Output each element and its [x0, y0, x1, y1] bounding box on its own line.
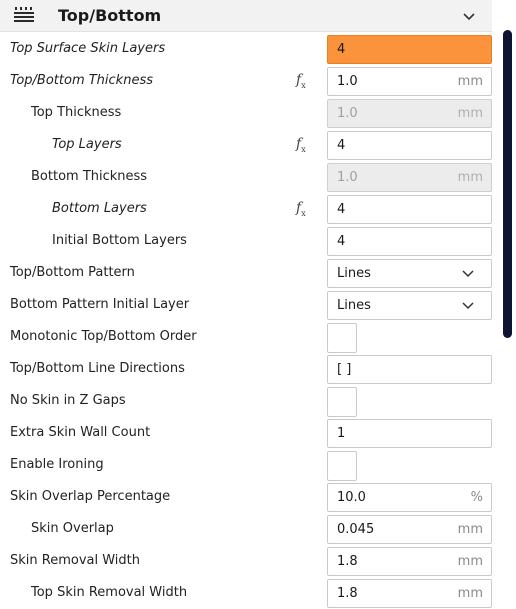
setting-skin-overlap: Skin Overlap 0.045 mm — [0, 513, 500, 545]
top-layers-input[interactable]: 4 — [327, 131, 492, 160]
setting-extra-skin-wall-count: Extra Skin Wall Count 1 — [0, 417, 500, 449]
setting-label: Skin Removal Width — [10, 553, 140, 568]
collapse-chevron-icon[interactable] — [462, 12, 476, 22]
setting-label: Extra Skin Wall Count — [10, 425, 151, 440]
setting-skin-removal-width: Skin Removal Width 1.8 mm — [0, 545, 500, 577]
field-unit: % — [470, 490, 483, 505]
field-value: 0.045 — [337, 522, 375, 537]
function-icon[interactable]: fx — [296, 72, 306, 90]
setting-label: Bottom Layers — [52, 201, 147, 216]
top-bottom-layers-icon — [14, 7, 34, 22]
setting-label: Top/Bottom Pattern — [10, 265, 135, 280]
setting-top-bottom-pattern: Top/Bottom Pattern Lines — [0, 257, 500, 289]
setting-top-bottom-thickness: Top/Bottom Thickness fx 1.0 mm — [0, 65, 500, 97]
field-value: Lines — [337, 266, 371, 281]
setting-label: Monotonic Top/Bottom Order — [10, 329, 197, 344]
setting-top-thickness: Top Thickness 1.0 mm — [0, 97, 500, 129]
setting-label: Initial Bottom Layers — [52, 233, 187, 248]
setting-no-skin-in-z-gaps: No Skin in Z Gaps — [0, 385, 500, 417]
initial-bottom-layers-input[interactable]: 4 — [327, 227, 492, 256]
field-unit: mm — [457, 522, 483, 537]
setting-label: No Skin in Z Gaps — [10, 393, 126, 408]
field-value: 1.0 — [337, 74, 358, 89]
skin-overlap-percentage-input[interactable]: 10.0 % — [327, 483, 492, 512]
top-bottom-thickness-input[interactable]: 1.0 mm — [327, 67, 492, 96]
enable-ironing-checkbox[interactable] — [327, 451, 357, 481]
setting-label: Bottom Pattern Initial Layer — [10, 297, 190, 312]
extra-skin-wall-count-input[interactable]: 1 — [327, 419, 492, 448]
field-value: 10.0 — [337, 490, 366, 505]
function-icon[interactable]: fx — [296, 136, 306, 154]
field-unit: mm — [457, 554, 483, 569]
setting-top-bottom-line-directions: Top/Bottom Line Directions [ ] — [0, 353, 500, 385]
setting-label: Top Skin Removal Width — [31, 585, 188, 600]
field-value: 4 — [337, 138, 346, 153]
skin-overlap-input[interactable]: 0.045 mm — [327, 515, 492, 544]
chevron-down-icon — [462, 270, 474, 278]
category-header[interactable]: Top/Bottom — [0, 0, 492, 32]
setting-label: Top Surface Skin Layers — [10, 41, 166, 56]
category-title: Top/Bottom — [58, 6, 162, 25]
field-value: 4 — [337, 42, 346, 57]
top-thickness-input[interactable]: 1.0 mm — [327, 99, 492, 128]
skin-removal-width-input[interactable]: 1.8 mm — [327, 547, 492, 576]
setting-label: Top/Bottom Thickness — [10, 73, 153, 88]
field-value: 1.8 — [337, 554, 358, 569]
top-skin-removal-width-input[interactable]: 1.8 mm — [327, 579, 492, 608]
field-value: Lines — [337, 298, 371, 313]
setting-label: Top Thickness — [31, 105, 122, 120]
no-skin-in-z-gaps-checkbox[interactable] — [327, 387, 357, 417]
top-bottom-line-directions-input[interactable]: [ ] — [327, 355, 492, 384]
setting-label: Bottom Thickness — [31, 169, 148, 184]
setting-top-skin-removal-width: Top Skin Removal Width 1.8 mm — [0, 577, 500, 609]
setting-top-layers: Top Layers fx 4 — [0, 129, 500, 161]
field-value: 1.8 — [337, 586, 358, 601]
field-value: 4 — [337, 234, 346, 249]
setting-top-surface-skin-layers: Top Surface Skin Layers 4 — [0, 33, 500, 65]
setting-initial-bottom-layers: Initial Bottom Layers 4 — [0, 225, 500, 257]
setting-enable-ironing: Enable Ironing — [0, 449, 500, 481]
field-unit: mm — [457, 74, 483, 89]
setting-skin-overlap-percentage: Skin Overlap Percentage 10.0 % — [0, 481, 500, 513]
bottom-pattern-initial-layer-select[interactable]: Lines — [327, 291, 492, 320]
setting-monotonic-top-bottom-order: Monotonic Top/Bottom Order — [0, 321, 500, 353]
field-value: 1.0 — [337, 170, 358, 185]
setting-label: Skin Overlap — [31, 521, 114, 536]
bottom-thickness-input[interactable]: 1.0 mm — [327, 163, 492, 192]
field-unit: mm — [457, 106, 483, 121]
setting-label: Top/Bottom Line Directions — [10, 361, 185, 376]
bottom-layers-input[interactable]: 4 — [327, 195, 492, 224]
function-icon[interactable]: fx — [296, 200, 306, 218]
field-value: 1.0 — [337, 106, 358, 121]
field-value: [ ] — [337, 362, 352, 377]
top-surface-skin-layers-input[interactable]: 4 — [327, 35, 492, 64]
vertical-scrollbar[interactable] — [503, 30, 512, 338]
top-bottom-pattern-select[interactable]: Lines — [327, 259, 492, 288]
field-value: 1 — [337, 426, 346, 441]
chevron-down-icon — [462, 302, 474, 310]
setting-label: Top Layers — [52, 137, 122, 152]
setting-label: Enable Ironing — [10, 457, 104, 472]
setting-bottom-layers: Bottom Layers fx 4 — [0, 193, 500, 225]
field-value: 4 — [337, 202, 346, 217]
setting-bottom-thickness: Bottom Thickness 1.0 mm — [0, 161, 500, 193]
monotonic-top-bottom-order-checkbox[interactable] — [327, 323, 357, 353]
setting-bottom-pattern-initial-layer: Bottom Pattern Initial Layer Lines — [0, 289, 500, 321]
field-unit: mm — [457, 586, 483, 601]
field-unit: mm — [457, 170, 483, 185]
setting-label: Skin Overlap Percentage — [10, 489, 171, 504]
